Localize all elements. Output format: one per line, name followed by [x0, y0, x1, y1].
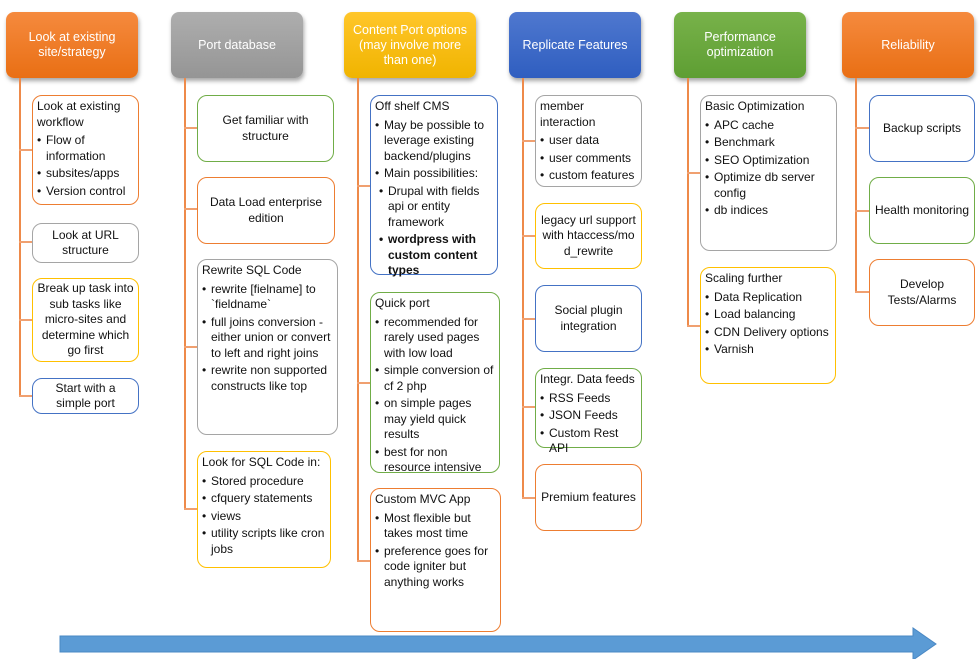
timeline-arrow [59, 627, 937, 659]
timeline-arrow-shape [59, 627, 937, 659]
